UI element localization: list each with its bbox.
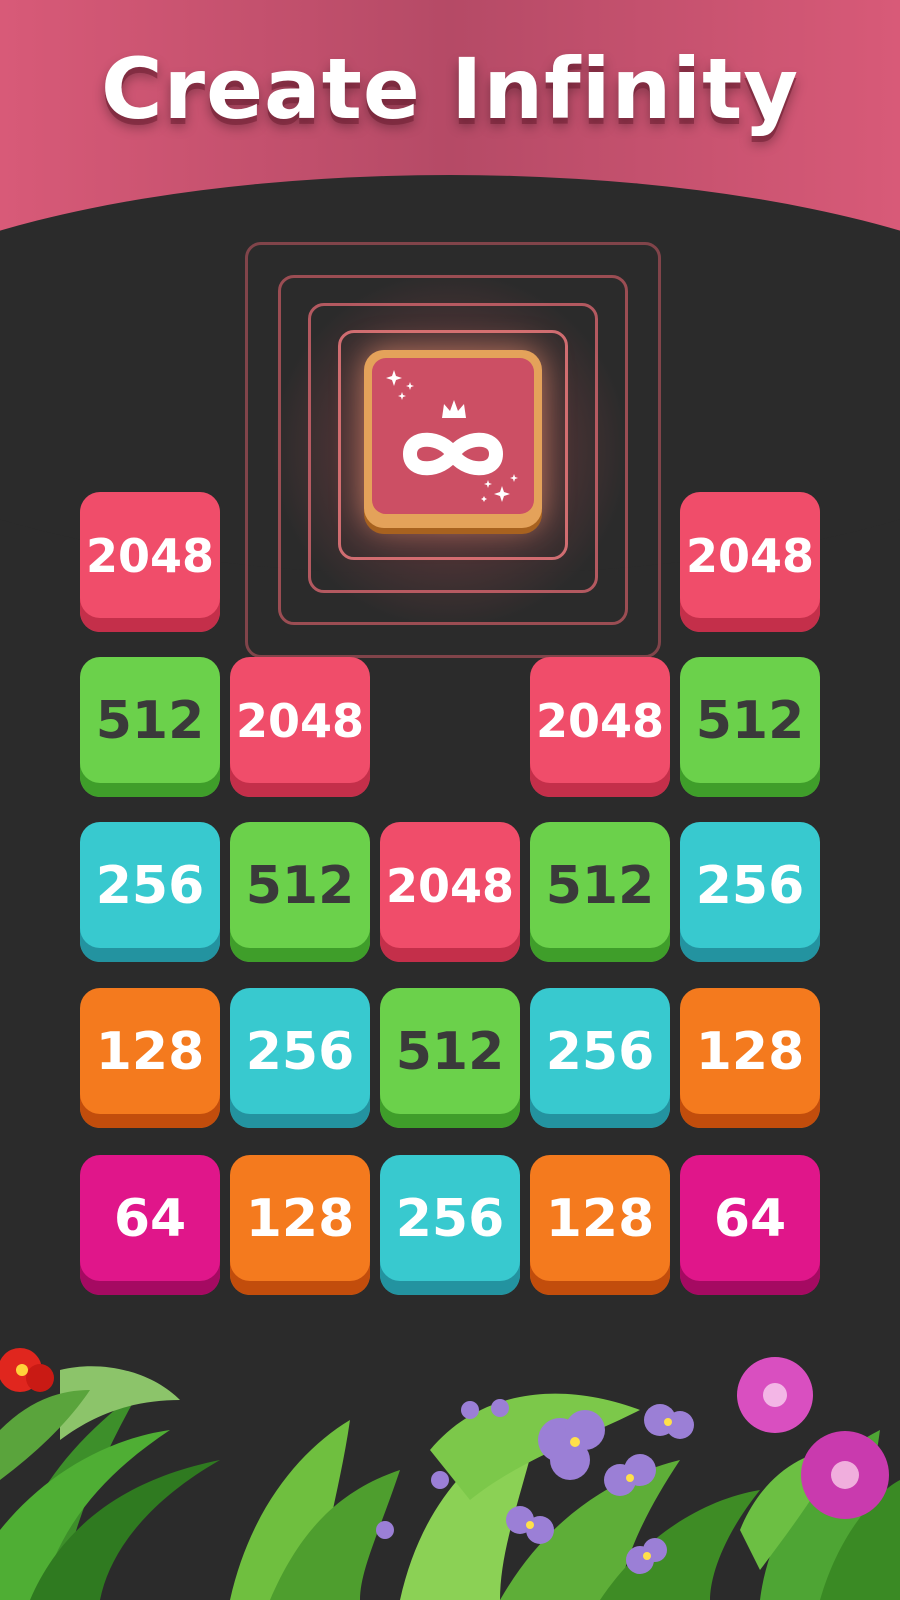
tile-128: 128 <box>680 988 820 1128</box>
sparkle-icon <box>386 370 414 400</box>
tile-512: 512 <box>530 822 670 962</box>
tile-256: 256 <box>530 988 670 1128</box>
tile-2048: 2048 <box>80 492 220 632</box>
tile-256: 256 <box>80 822 220 962</box>
tile-512: 512 <box>230 822 370 962</box>
tile-512: 512 <box>680 657 820 797</box>
tile-128: 128 <box>530 1155 670 1295</box>
tile-2048: 2048 <box>530 657 670 797</box>
leaf-icon <box>0 1366 220 1600</box>
foliage-decoration <box>0 1348 900 1600</box>
tile-value: 512 <box>245 856 355 916</box>
tile-value: 128 <box>545 1189 655 1249</box>
tile-value: 2048 <box>535 694 665 748</box>
tile-512: 512 <box>80 657 220 797</box>
tile-value: 2048 <box>85 529 215 583</box>
crown-icon <box>442 400 466 418</box>
tile-128: 128 <box>80 988 220 1128</box>
tile-2048: 2048 <box>380 822 520 962</box>
tile-2048: 2048 <box>680 492 820 632</box>
tile-128: 128 <box>230 1155 370 1295</box>
tile-value: 128 <box>695 1022 805 1082</box>
tile-value: 128 <box>245 1189 355 1249</box>
tile-64: 64 <box>80 1155 220 1295</box>
tile-value: 256 <box>695 856 805 916</box>
tile-value: 512 <box>545 856 655 916</box>
tile-value: 256 <box>395 1189 505 1249</box>
tile-value: 256 <box>95 856 205 916</box>
infinity-icon <box>402 432 504 476</box>
crown-infinity-icon <box>386 370 518 502</box>
tile-256: 256 <box>380 1155 520 1295</box>
tile-64: 64 <box>680 1155 820 1295</box>
infinity-tile <box>364 350 542 528</box>
tile-value: 512 <box>95 691 205 751</box>
tile-value: 256 <box>545 1022 655 1082</box>
tile-value: 2048 <box>685 529 815 583</box>
tile-256: 256 <box>680 822 820 962</box>
tile-value: 2048 <box>235 694 365 748</box>
flower-icon <box>0 1348 54 1392</box>
tile-value: 64 <box>113 1189 187 1249</box>
tile-value: 512 <box>395 1022 505 1082</box>
tile-value: 64 <box>713 1189 787 1249</box>
tile-2048: 2048 <box>230 657 370 797</box>
tile-256: 256 <box>230 988 370 1128</box>
tile-value: 256 <box>245 1022 355 1082</box>
game-screen: Create Infinity 2048 2048 512 2048 2048 … <box>0 0 900 1600</box>
infinity-tile-face <box>372 358 534 514</box>
tile-value: 128 <box>95 1022 205 1082</box>
tile-value: 2048 <box>385 859 515 913</box>
tile-512: 512 <box>380 988 520 1128</box>
sparkle-icon <box>481 474 518 502</box>
page-title: Create Infinity <box>101 40 799 138</box>
tile-value: 512 <box>695 691 805 751</box>
